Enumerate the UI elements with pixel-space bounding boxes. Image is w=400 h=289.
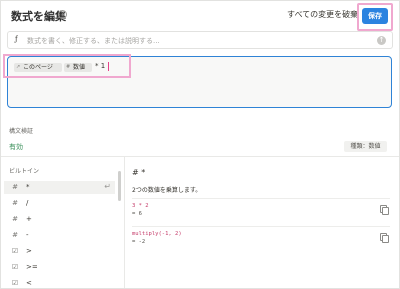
submit-arrow-icon[interactable]: ↑ <box>377 36 386 45</box>
hash-icon: # <box>12 231 18 239</box>
discard-changes-button[interactable]: すべての変更を破棄 <box>287 9 358 20</box>
checkbox-icon: ☑ <box>11 279 19 287</box>
function-item-greater-than[interactable]: ☑ > <box>4 245 115 258</box>
property-token-this-page[interactable]: ↗ このページ <box>14 63 62 72</box>
hash-icon: # <box>12 199 18 207</box>
save-button[interactable]: 保存 <box>362 8 388 24</box>
function-label: >= <box>26 263 38 271</box>
checkbox-icon: ☑ <box>11 263 19 271</box>
property-token-number[interactable]: # 数値 <box>64 63 92 72</box>
formula-input-placeholder: 数式を書く、修正する、または説明する... <box>27 37 160 45</box>
copy-icon[interactable] <box>380 205 389 215</box>
function-item-multiply[interactable]: # * ↵ <box>4 181 115 194</box>
hash-icon: # <box>66 64 71 70</box>
enter-key-icon: ↵ <box>104 182 111 191</box>
function-item-less-than[interactable]: ☑ < <box>4 277 115 288</box>
formula-expression-text: * 1 <box>95 62 106 70</box>
example-result: = 6 <box>132 211 142 217</box>
example-code: 3 * 2 <box>132 203 149 209</box>
example-result: = -2 <box>132 239 146 245</box>
function-label: < <box>26 279 32 287</box>
function-item-subtract[interactable]: # - <box>4 229 115 242</box>
function-item-divide[interactable]: # / <box>4 197 115 210</box>
token-label: このページ <box>23 64 53 71</box>
hash-icon: # <box>12 215 18 223</box>
formula-editor-dialog: 数式を編集 ? すべての変更を破棄 保存 ƒ 数式を書く、修正する、または説明す… <box>0 0 400 289</box>
text-cursor <box>108 62 109 71</box>
help-icon[interactable]: ? <box>58 10 67 19</box>
function-item-greater-equal[interactable]: ☑ >= <box>4 261 115 274</box>
ai-formula-input[interactable]: ƒ 数式を書く、修正する、または説明する... ↑ <box>7 31 393 49</box>
example-block: 3 * 2 = 6 <box>132 198 390 218</box>
function-item-add[interactable]: # + <box>4 213 115 226</box>
formula-fx-icon: ƒ <box>15 35 18 43</box>
token-label: 数値 <box>73 64 86 71</box>
validation-label: 構文検証 <box>9 128 34 135</box>
builtin-section-label: ビルトイン <box>9 168 40 175</box>
result-type-badge: 種類：数値 <box>344 141 387 152</box>
function-list-scrollbar[interactable] <box>118 171 121 201</box>
function-label: / <box>26 199 29 207</box>
arrow-up-right-icon: ↗ <box>16 64 21 70</box>
function-label: + <box>26 215 32 223</box>
dialog-header: 数式を編集 ? すべての変更を破棄 保存 <box>1 1 399 31</box>
hash-icon: # <box>12 183 18 191</box>
function-label: * <box>26 183 30 191</box>
example-code: multiply(-1, 2) <box>132 231 182 237</box>
checkbox-icon: ☑ <box>11 247 19 255</box>
function-label: > <box>26 247 32 255</box>
example-block: multiply(-1, 2) = -2 <box>132 226 390 246</box>
function-label: - <box>26 231 29 239</box>
function-detail-title: # * <box>132 168 146 177</box>
panel-divider <box>124 157 125 288</box>
function-detail-description: 2つの数値を乗算します。 <box>132 187 202 194</box>
copy-icon[interactable] <box>380 233 389 243</box>
validation-status: 有効 <box>9 143 23 151</box>
section-divider <box>1 156 399 157</box>
